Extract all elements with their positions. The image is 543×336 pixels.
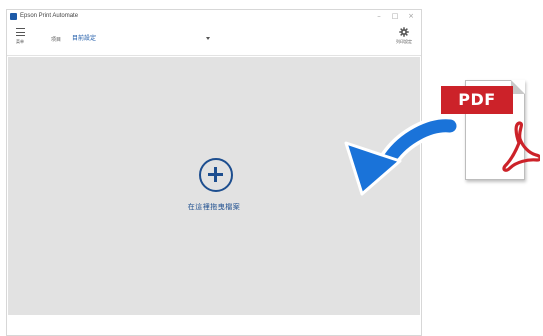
minimize-button[interactable]: – (371, 10, 387, 22)
window-title: Epson Print Automate (20, 13, 79, 19)
hamburger-icon (15, 28, 25, 36)
chevron-down-icon (206, 37, 210, 40)
toolbar: 菜单 项目 目前設定 列印設定 (7, 22, 421, 56)
plus-circle-icon[interactable] (199, 158, 233, 192)
settings-dropdown-value: 目前設定 (72, 36, 97, 42)
pdf-file-icon: PDF (441, 80, 540, 182)
gear-icon (399, 27, 409, 37)
close-button[interactable]: × (403, 10, 419, 22)
window-controls: – □ × (371, 10, 419, 22)
menu-button[interactable]: 菜单 (11, 25, 29, 51)
print-settings-button[interactable]: 列印設定 (391, 25, 417, 51)
menu-label: 菜单 (16, 39, 24, 44)
title-bar[interactable]: Epson Print Automate – □ × (7, 10, 421, 22)
app-icon (10, 12, 17, 20)
settings-dropdown[interactable]: 目前設定 (72, 33, 210, 45)
print-settings-label: 列印設定 (396, 39, 412, 44)
pdf-badge: PDF (441, 86, 513, 114)
settings-field-label: 项目 (51, 37, 62, 43)
acrobat-logo-icon (502, 121, 540, 172)
maximize-button[interactable]: □ (387, 10, 403, 22)
